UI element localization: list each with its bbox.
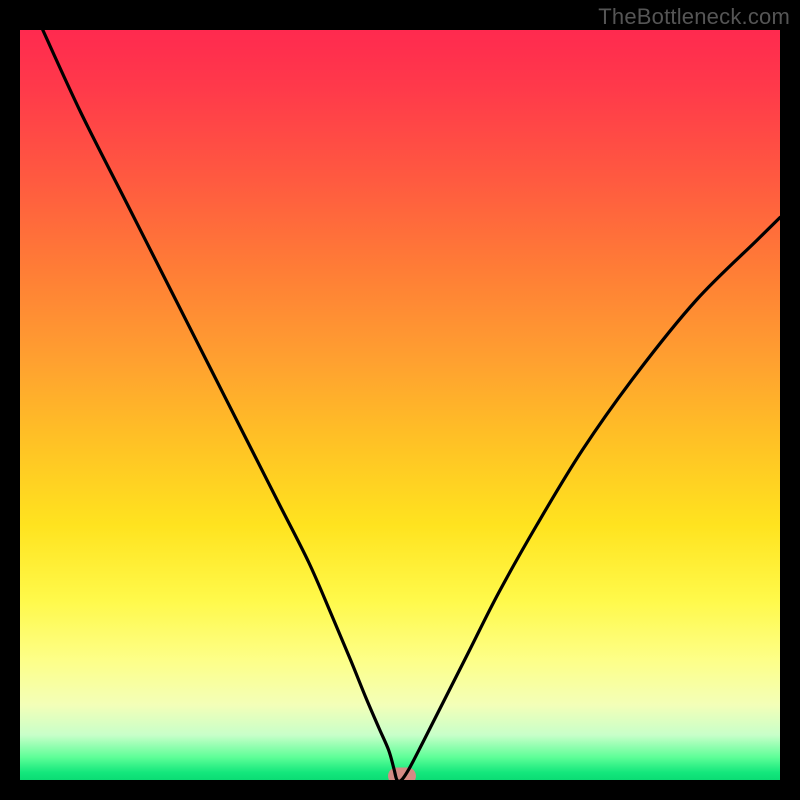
bottleneck-curve [20,30,780,780]
plot-area [20,30,780,780]
chart-frame: TheBottleneck.com [0,0,800,800]
watermark-text: TheBottleneck.com [598,4,790,30]
curve-path [43,30,780,780]
